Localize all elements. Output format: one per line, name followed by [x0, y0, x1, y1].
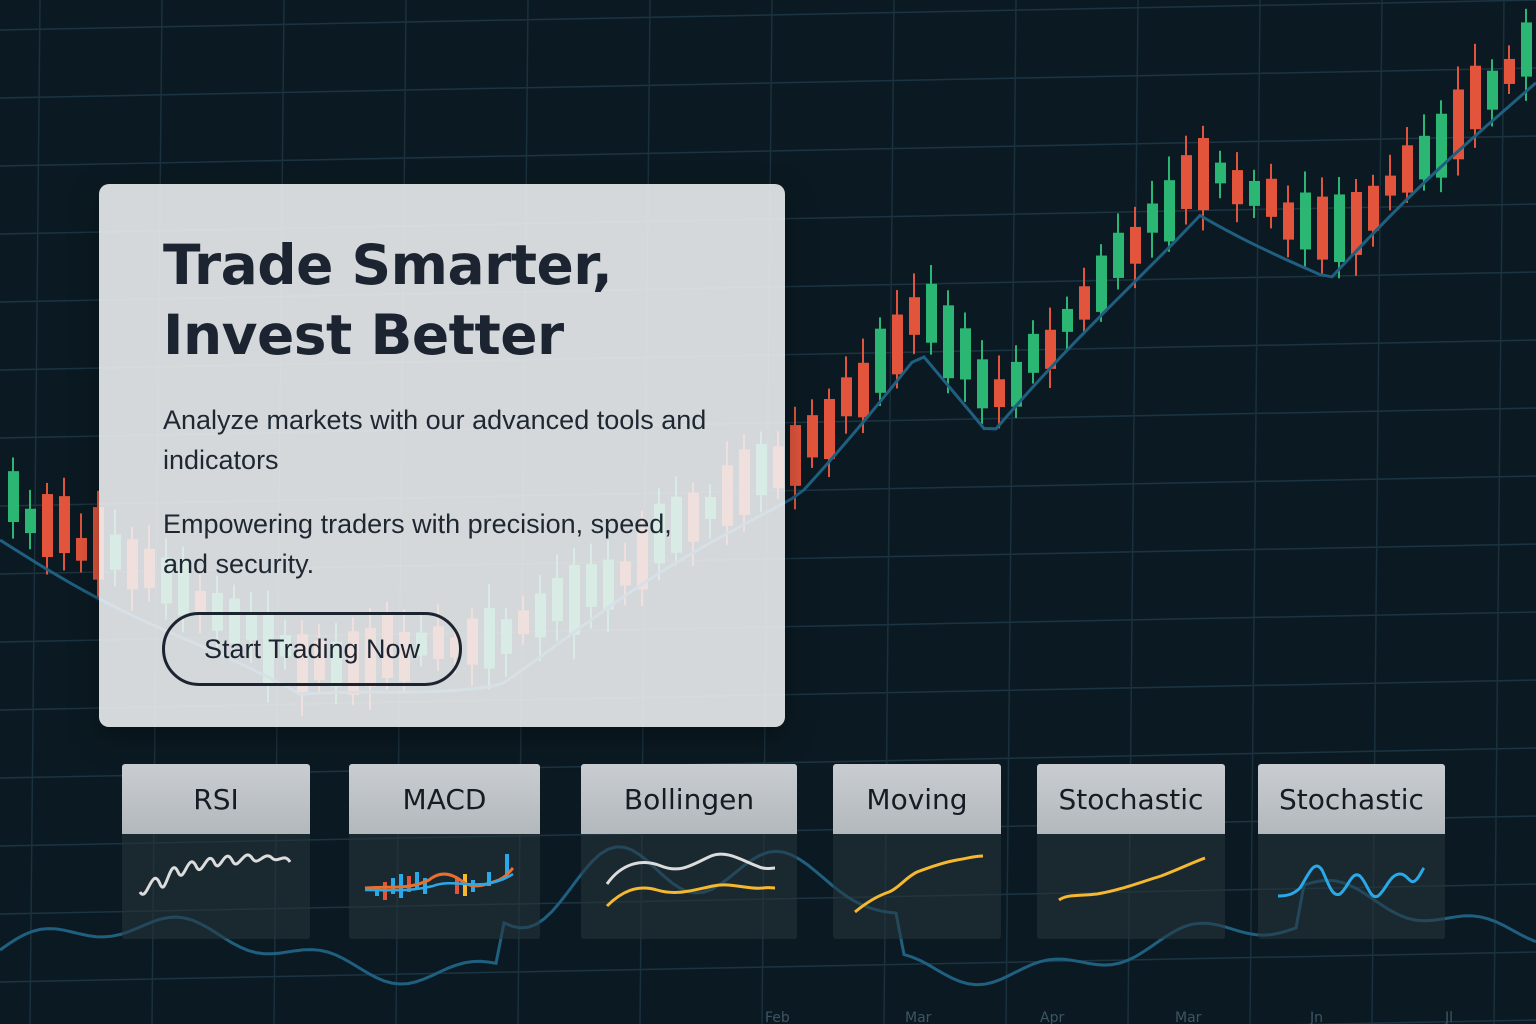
indicator-label: Stochastic [1037, 764, 1225, 834]
candle-bullish [1334, 194, 1345, 263]
hero-title-line1: Trade Smarter, [163, 233, 613, 297]
candle-bearish [824, 398, 835, 460]
candle-bearish [1402, 145, 1413, 193]
hero-subtitle: Analyze markets with our advanced tools … [163, 405, 707, 475]
indicator-card-stochastic-1[interactable]: Stochastic [1037, 764, 1225, 939]
candle-bullish [1113, 232, 1124, 278]
hero-tagline: Empowering traders with precision, speed… [163, 509, 672, 579]
candle-bullish [1521, 22, 1532, 77]
hero-title-line2: Invest Better [163, 303, 564, 367]
axis-month-label: Jn [1309, 1010, 1323, 1024]
candle-bearish [1232, 170, 1243, 205]
indicator-card-stochastic-2[interactable]: Stochastic [1258, 764, 1445, 939]
candle-bearish [1368, 185, 1379, 231]
axis-month-label: Mar [905, 1010, 932, 1024]
candle-bullish [926, 283, 937, 343]
candle-bearish [1317, 196, 1328, 260]
candle-bearish [1130, 226, 1141, 264]
candle-bearish [892, 314, 903, 375]
candle-bullish [1096, 255, 1107, 312]
moving-average-chart-icon [833, 834, 1001, 939]
candle-bullish [25, 508, 36, 534]
candle-bearish [841, 377, 852, 417]
start-trading-button[interactable]: Start Trading Now [162, 612, 462, 686]
candle-bearish [1385, 175, 1396, 196]
stochastic-wave-chart-icon [1258, 834, 1445, 939]
indicator-card-bollinger[interactable]: Bollingen [581, 764, 797, 939]
indicator-label: Moving [833, 764, 1001, 834]
candle-bullish [1249, 180, 1260, 206]
candle-bearish [1181, 155, 1192, 209]
candle-bearish [42, 494, 53, 558]
grid-line-horizontal [0, 0, 1536, 31]
candle-bearish [1504, 58, 1515, 84]
candle-bullish [1164, 180, 1175, 242]
stochastic-chart-icon [1037, 834, 1225, 939]
candle-bullish [1062, 308, 1073, 332]
indicator-label: Stochastic [1258, 764, 1445, 834]
hero-card: Trade Smarter, Invest Better Analyze mar… [99, 184, 785, 727]
indicator-card-rsi[interactable]: RSI [122, 764, 310, 939]
candle-bullish [977, 359, 988, 409]
candle-bearish [909, 297, 920, 335]
candle-bullish [1215, 162, 1226, 184]
candle-bullish [1028, 333, 1039, 373]
candle-bearish [1266, 178, 1277, 217]
grid-line-horizontal [0, 951, 1536, 983]
candle-bearish [1283, 202, 1294, 240]
candle-bearish [1470, 65, 1481, 130]
candle-bullish [8, 471, 19, 522]
candle-bullish [875, 328, 886, 393]
rsi-chart-icon [122, 834, 310, 939]
macd-chart-icon [349, 834, 540, 939]
axis-month-label: Apr [1040, 1010, 1064, 1024]
candle-bearish [790, 425, 801, 486]
indicator-card-macd[interactable]: MACD [349, 764, 540, 939]
grid-line-vertical [1005, 0, 1017, 1024]
candle-bullish [1419, 135, 1430, 180]
axis-month-label: Mar [1175, 1010, 1202, 1024]
bollinger-chart-icon [581, 834, 797, 939]
candle-bearish [1079, 286, 1090, 320]
candle-bearish [807, 415, 818, 458]
candle-bearish [76, 537, 87, 561]
indicator-card-moving[interactable]: Moving [833, 764, 1001, 939]
candle-bearish [1198, 138, 1209, 211]
grid-line-horizontal [0, 135, 1536, 167]
hero-title: Trade Smarter, Invest Better [163, 230, 723, 370]
axis-month-label: Feb [765, 1010, 790, 1024]
candle-bullish [960, 328, 971, 380]
axis-month-label: Jl [1444, 1010, 1453, 1024]
indicator-label: Bollingen [581, 764, 797, 834]
candle-bullish [943, 305, 954, 379]
indicator-label: RSI [122, 764, 310, 834]
indicator-label: MACD [349, 764, 540, 834]
candle-bearish [59, 496, 70, 554]
month-axis-labels: Feb Mar Apr Mar Jn Jl [765, 1010, 1453, 1024]
candle-bullish [1487, 70, 1498, 110]
candle-bullish [1147, 203, 1158, 233]
grid-line-vertical [1493, 0, 1505, 1024]
grid-line-horizontal [0, 67, 1536, 99]
candle-bearish [994, 379, 1005, 408]
candle-bullish [1300, 192, 1311, 250]
candle-bearish [858, 362, 869, 418]
